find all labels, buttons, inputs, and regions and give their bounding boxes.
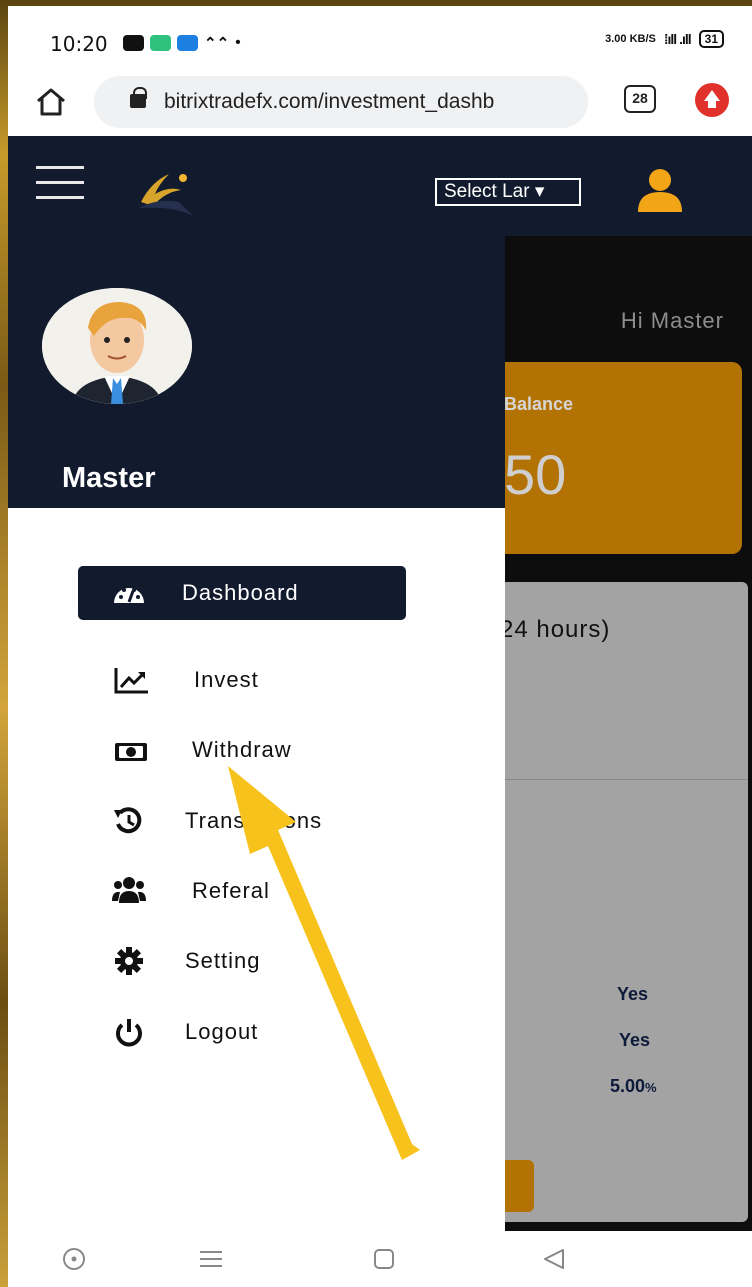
- url-bar[interactable]: bitrixtradefx.com/investment_dashb: [94, 76, 588, 128]
- avatar[interactable]: [42, 288, 192, 404]
- home-icon[interactable]: [34, 85, 68, 119]
- value-yes-2: Yes: [619, 1030, 651, 1050]
- logo-icon[interactable]: [135, 168, 195, 218]
- app-green-icon: [150, 35, 171, 51]
- battery-icon: 31: [698, 30, 724, 48]
- android-nav-bar: [8, 1231, 752, 1287]
- greeting: Hi Master: [620, 308, 724, 333]
- signal-icon: ⁞ıll .ıll: [663, 31, 692, 47]
- balance-label: Balance: [504, 394, 574, 414]
- language-select[interactable]: Select Lar ▾: [435, 178, 581, 206]
- phone-screen: 10:20 ⌃⌃ • 3.00 KB/S ⁞ıll .ıll 31 bitrix…: [8, 6, 752, 1287]
- menu-item-invest[interactable]: Invest: [78, 653, 406, 707]
- drawer-username: Master: [62, 462, 156, 494]
- percent-number: 5.00: [610, 1076, 646, 1096]
- power-icon: [116, 1019, 142, 1047]
- history-icon: [114, 807, 142, 834]
- hamburger-menu-button[interactable]: [36, 166, 84, 200]
- chart-line-icon: [114, 668, 148, 694]
- net-speed: 3.00 KB/S: [605, 33, 656, 45]
- status-right: 3.00 KB/S ⁞ıll .ıll 31: [605, 30, 724, 48]
- app-blue-icon: [177, 35, 198, 51]
- dashboard-icon: [114, 588, 144, 603]
- tab-count-button[interactable]: 28: [624, 85, 656, 113]
- site-header: Select Lar ▾: [8, 136, 752, 236]
- money-bill-icon: [115, 743, 147, 761]
- balance-value: 50: [504, 443, 567, 506]
- url-text: bitrixtradefx.com/investment_dashb: [164, 90, 495, 113]
- gear-icon: [115, 947, 143, 975]
- signal-app-icon: ⌃⌃: [204, 35, 230, 52]
- dot-icon: •: [235, 34, 241, 51]
- notification-icons: ⌃⌃ •: [123, 34, 241, 52]
- user-icon[interactable]: [636, 168, 684, 212]
- assistant-icon[interactable]: [62, 1247, 86, 1271]
- value-percent: 5.00%: [610, 1076, 657, 1097]
- value-yes-1: Yes: [617, 984, 649, 1004]
- drawer-profile: Master: [8, 236, 505, 508]
- back-icon[interactable]: [542, 1247, 566, 1271]
- menu-label-dashboard: Dashboard: [182, 580, 299, 605]
- hours-text: 24 hours): [500, 616, 611, 643]
- update-icon[interactable]: [695, 83, 729, 117]
- status-time: 10:20: [50, 32, 108, 56]
- status-bar: 10:20 ⌃⌃ • 3.00 KB/S ⁞ıll .ıll 31: [8, 6, 752, 74]
- menu-item-dashboard[interactable]: Dashboard: [78, 566, 406, 620]
- recents-menu-icon[interactable]: [198, 1247, 224, 1271]
- annotation-arrow: [228, 766, 420, 1160]
- lock-icon: [130, 87, 147, 108]
- menu-label-invest: Invest: [194, 667, 259, 692]
- menu-label-withdraw: Withdraw: [192, 737, 292, 762]
- home-square-icon[interactable]: [372, 1247, 396, 1271]
- youtube-icon: [123, 35, 144, 51]
- browser-toolbar: bitrixtradefx.com/investment_dashb 28: [8, 72, 752, 136]
- percent-sign: %: [645, 1080, 657, 1095]
- users-icon: [112, 877, 146, 903]
